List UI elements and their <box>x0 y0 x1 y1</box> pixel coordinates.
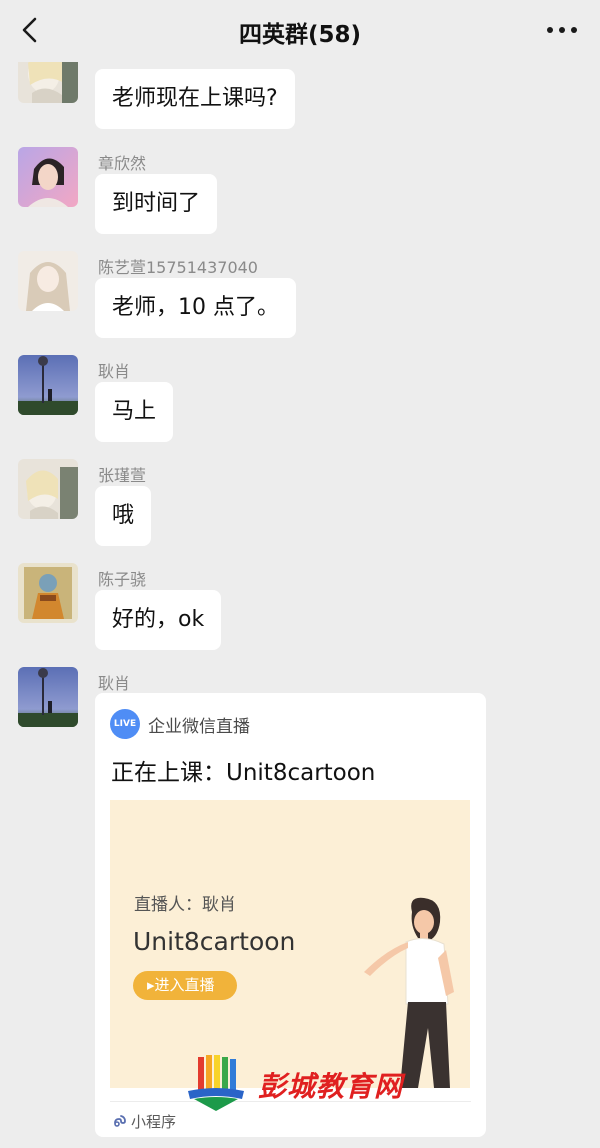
watermark-text: 彭城教育网 <box>258 1070 404 1103</box>
live-icon: LIVE <box>110 709 140 739</box>
sender-name: 陈子骁 <box>98 570 147 589</box>
sender-name: 耿肖 <box>98 362 131 381</box>
top-navigation-bar: 四英群(58) <box>0 0 600 62</box>
play-icon: ▸ <box>147 976 155 994</box>
live-host: 直播人：耿肖 <box>134 895 236 915</box>
enter-live-label: 进入直播 <box>154 976 215 994</box>
book-logo-icon <box>188 1055 244 1111</box>
avatar[interactable] <box>18 251 78 311</box>
chat-title: 四英群(58) <box>238 22 362 48</box>
avatar[interactable] <box>18 459 78 519</box>
watermark: 彭城教育网 <box>184 1055 424 1113</box>
live-cover[interactable]: 直播人：耿肖 Unit8cartoon ▸进入直播 <box>110 800 470 1088</box>
mini-program-label: 小程序 <box>131 1113 177 1131</box>
message-bubble[interactable]: 哦 <box>95 486 152 546</box>
sender-name: 章欣然 <box>98 154 147 173</box>
avatar[interactable] <box>18 667 78 727</box>
live-title: 正在上课：Unit8cartoon <box>111 760 376 786</box>
message-bubble[interactable]: 到时间了 <box>95 174 218 234</box>
more-dots-icon[interactable] <box>544 18 580 42</box>
sender-name: 耿肖 <box>98 674 131 693</box>
live-cover-title: Unit8cartoon <box>133 927 296 956</box>
live-provider: 企业微信直播 <box>148 717 250 737</box>
avatar[interactable] <box>18 355 78 415</box>
avatar[interactable] <box>18 147 78 207</box>
message-bubble[interactable]: 马上 <box>95 382 174 442</box>
avatar[interactable] <box>18 563 78 623</box>
message-bubble[interactable]: 老师现在上课吗? <box>95 69 295 129</box>
enter-live-button[interactable]: ▸进入直播 <box>133 971 237 1000</box>
mini-program-icon <box>114 1115 126 1127</box>
message-bubble[interactable]: 好的，ok <box>95 590 222 650</box>
chat-area[interactable]: 老师现在上课吗? 章欣然 到时间了 陈艺萱15751437040 老师，10 点… <box>0 0 600 1148</box>
message-bubble[interactable]: 老师，10 点了。 <box>95 278 296 338</box>
sender-name: 张瑾萱 <box>98 466 147 485</box>
sender-name: 陈艺萱15751437040 <box>98 258 258 277</box>
